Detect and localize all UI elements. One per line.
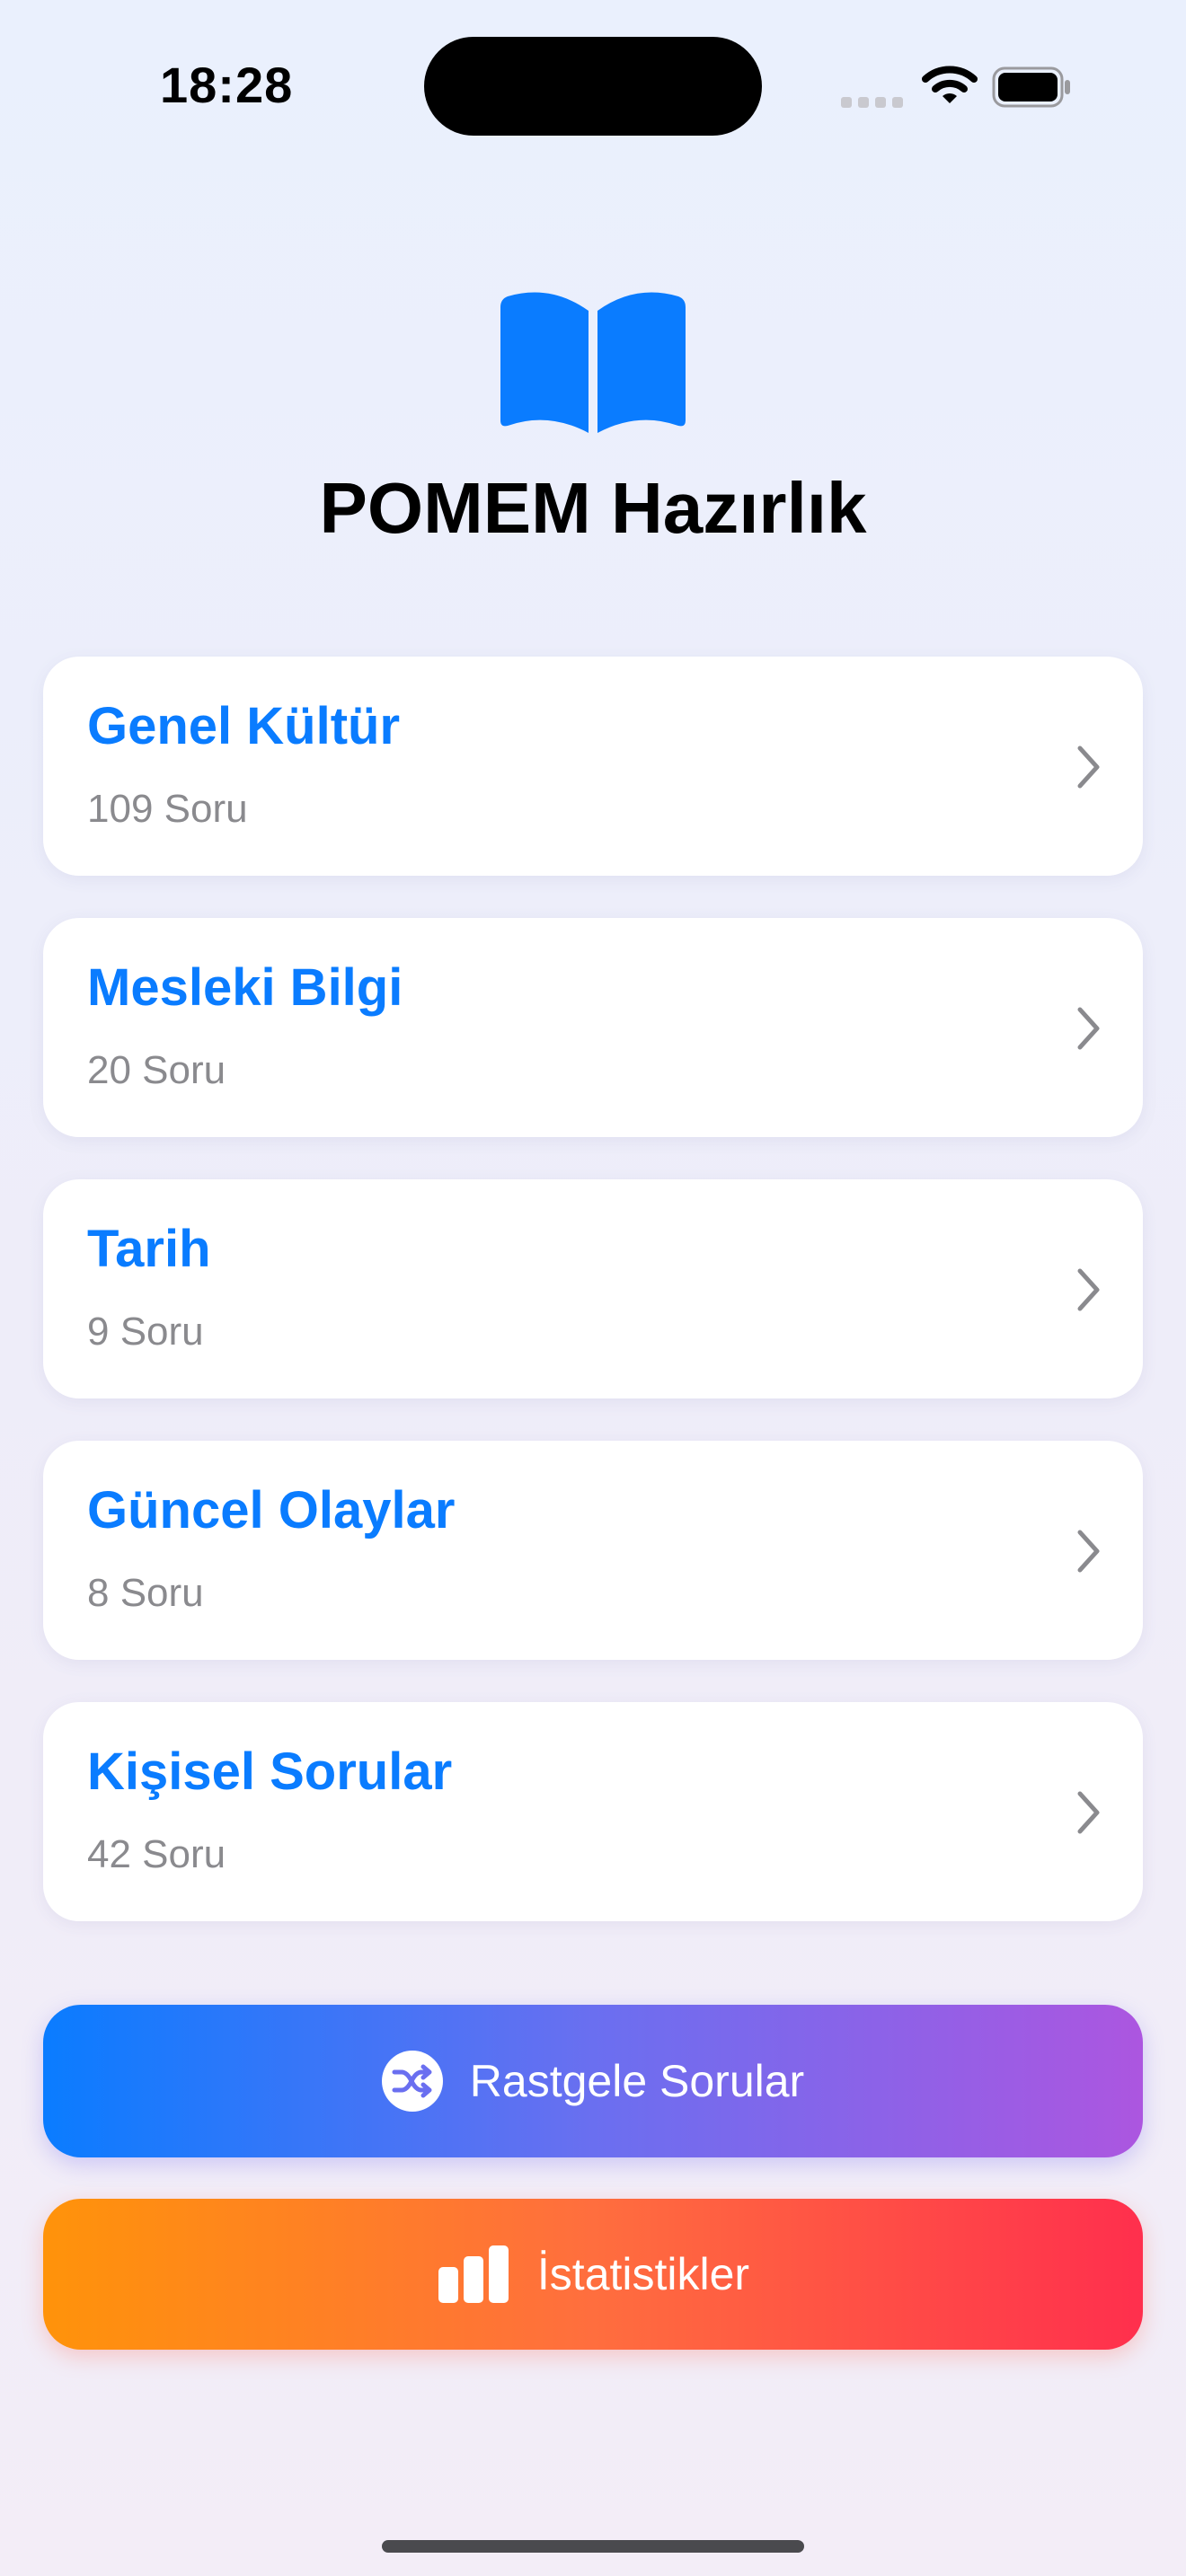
chevron-right-icon bbox=[1077, 745, 1100, 789]
wifi-icon bbox=[922, 66, 978, 103]
app-title: POMEM Hazırlık bbox=[319, 468, 867, 548]
dynamic-island bbox=[424, 37, 762, 136]
category-title: Güncel Olaylar bbox=[87, 1481, 456, 1539]
category-card-genel-kultur[interactable]: Genel Kültür 109 Soru bbox=[43, 657, 1143, 876]
random-questions-label: Rastgele Sorular bbox=[469, 2056, 805, 2106]
category-card-guncel-olaylar[interactable]: Güncel Olaylar 8 Soru bbox=[43, 1441, 1143, 1660]
random-questions-button[interactable]: Rastgele Sorular bbox=[43, 2005, 1143, 2157]
bar-chart-icon bbox=[437, 2245, 510, 2303]
category-card-kisisel-sorular[interactable]: Kişisel Sorular 42 Soru bbox=[43, 1702, 1143, 1921]
home-indicator[interactable] bbox=[382, 2540, 804, 2553]
statistics-label: İstatistikler bbox=[536, 2249, 750, 2299]
chevron-right-icon bbox=[1077, 1007, 1100, 1050]
category-card-tarih[interactable]: Tarih 9 Soru bbox=[43, 1179, 1143, 1398]
category-title: Mesleki Bilgi bbox=[87, 958, 403, 1017]
chevron-right-icon bbox=[1077, 1791, 1100, 1834]
shuffle-icon bbox=[381, 2051, 443, 2112]
chevron-right-icon bbox=[1077, 1530, 1100, 1573]
question-count: 109 Soru bbox=[87, 787, 248, 831]
statistics-button[interactable]: İstatistikler bbox=[43, 2199, 1143, 2350]
question-count: 20 Soru bbox=[87, 1048, 226, 1092]
battery-icon bbox=[992, 66, 1070, 108]
question-count: 42 Soru bbox=[87, 1832, 226, 1876]
question-count: 9 Soru bbox=[87, 1310, 204, 1354]
category-title: Tarih bbox=[87, 1220, 211, 1278]
category-card-mesleki-bilgi[interactable]: Mesleki Bilgi 20 Soru bbox=[43, 918, 1143, 1137]
chevron-right-icon bbox=[1077, 1268, 1100, 1311]
question-count: 8 Soru bbox=[87, 1571, 204, 1615]
category-title: Genel Kültür bbox=[87, 697, 401, 755]
open-book-icon bbox=[500, 292, 686, 433]
status-time: 18:28 bbox=[160, 57, 294, 113]
cellular-signal-icon bbox=[841, 97, 903, 108]
category-title: Kişisel Sorular bbox=[87, 1742, 453, 1801]
